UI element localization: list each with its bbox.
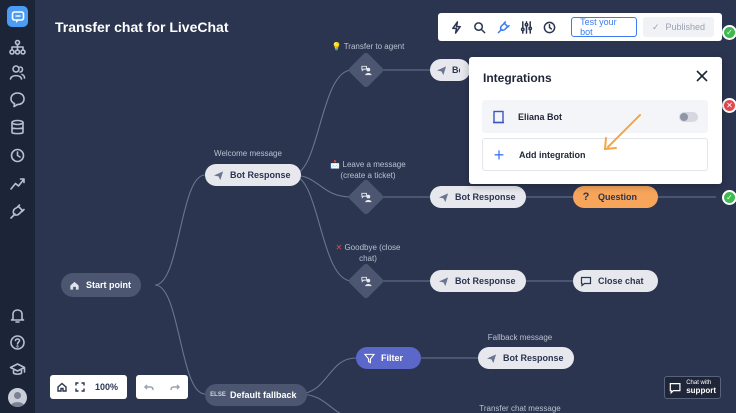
chat-bubble-icon	[669, 382, 681, 394]
pointer-arrow	[603, 114, 641, 151]
fit-screen-icon[interactable]	[71, 382, 89, 392]
history-controls	[136, 375, 188, 399]
undo-icon[interactable]	[144, 382, 154, 392]
chat-support-button[interactable]: Chat with support	[664, 376, 721, 399]
zoom-controls: 100%	[50, 375, 127, 399]
zoom-level[interactable]: 100%	[95, 382, 118, 392]
redo-icon[interactable]	[170, 382, 180, 392]
home-icon[interactable]	[53, 382, 71, 392]
support-line2: support	[686, 385, 716, 395]
